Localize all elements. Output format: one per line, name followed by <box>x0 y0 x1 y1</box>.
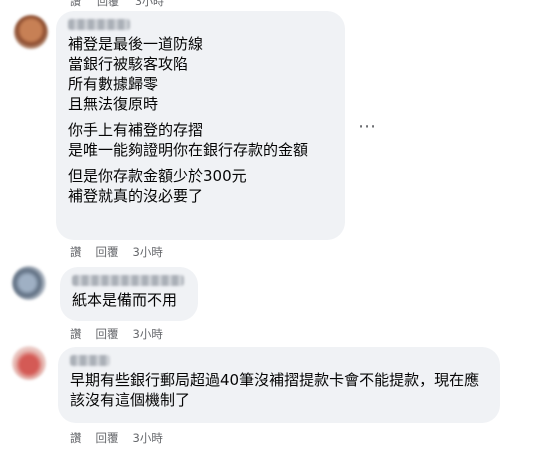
comment-line: 但是你存款金額少於300元 <box>68 167 247 185</box>
comment-actions: 讚 回覆 3小時 <box>70 244 163 260</box>
comment-line: 當銀行被駭客攻陷 <box>68 55 189 73</box>
more-options-icon[interactable]: ⋯ <box>358 118 377 136</box>
commenter-name-blurred[interactable] <box>72 275 184 286</box>
timestamp[interactable]: 3小時 <box>133 326 163 342</box>
like-link[interactable]: 讚 <box>70 430 82 446</box>
reply-link[interactable]: 回覆 <box>96 244 119 260</box>
commenter-name-blurred[interactable] <box>70 355 110 366</box>
comment-line: 且無法復原時 <box>68 95 159 113</box>
like-link[interactable]: 讚 <box>70 0 81 9</box>
comment-line: 補登就真的沒必要了 <box>68 187 204 205</box>
comment-text: 早期有些銀行郵局超過40筆沒補摺提款卡會不能提款，現在應該沒有這個機制了 <box>70 371 480 409</box>
timestamp[interactable]: 3小時 <box>133 430 163 446</box>
like-link[interactable]: 讚 <box>70 326 82 342</box>
reply-link[interactable]: 回覆 <box>96 326 119 342</box>
comment-line: 是唯一能夠證明你在銀行存款的金額 <box>68 141 309 159</box>
avatar[interactable] <box>14 15 48 49</box>
reply-link[interactable]: 回覆 <box>97 0 119 9</box>
timestamp[interactable]: 3小時 <box>133 244 163 260</box>
comment-bubble: 補登是最後一道防線 當銀行被駭客攻陷 所有數據歸零 且無法復原時 你手上有補登的… <box>56 11 345 240</box>
comment-text: 紙本是備而不用 <box>72 291 178 309</box>
commenter-name-blurred[interactable] <box>68 19 130 30</box>
avatar[interactable] <box>12 266 46 300</box>
reply-link[interactable]: 回覆 <box>96 430 119 446</box>
timestamp[interactable]: 3小時 <box>135 0 164 9</box>
comment-line: 你手上有補登的存摺 <box>68 121 204 139</box>
previous-comment-actions: 讚 回覆 3小時 <box>70 0 164 9</box>
comment-bubble: 早期有些銀行郵局超過40筆沒補摺提款卡會不能提款，現在應該沒有這個機制了 <box>58 347 500 423</box>
comment-line: 補登是最後一道防線 <box>68 35 204 53</box>
comment-bubble: 紙本是備而不用 <box>60 267 198 321</box>
comment-actions: 讚 回覆 3小時 <box>70 326 163 342</box>
comment-line: 所有數據歸零 <box>68 75 159 93</box>
avatar[interactable] <box>12 346 46 380</box>
like-link[interactable]: 讚 <box>70 244 82 260</box>
comment-actions: 讚 回覆 3小時 <box>70 430 163 446</box>
